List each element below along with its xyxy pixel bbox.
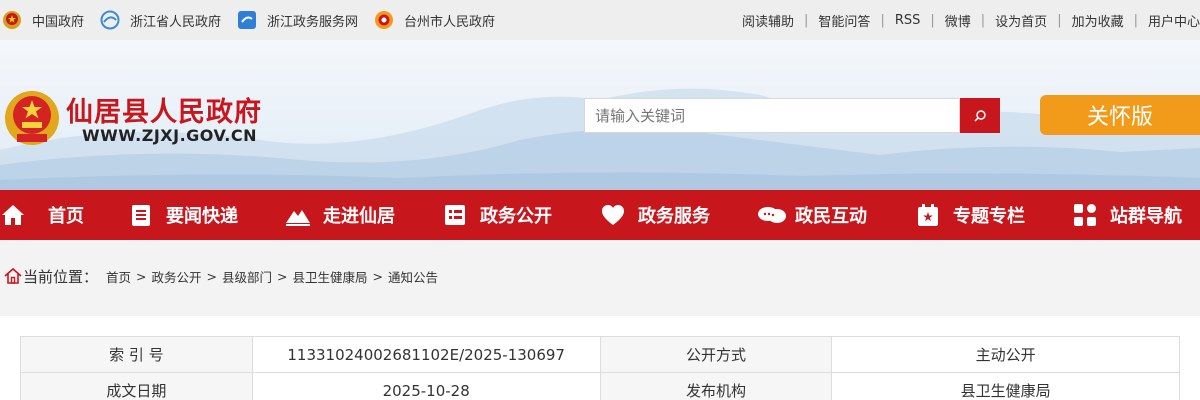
heart-icon (602, 205, 624, 225)
table-row: 成文日期 2025-10-28 发布机构 县卫生健康局 (20, 372, 1180, 400)
nav-item-topics[interactable]: 专题专栏 (915, 190, 1072, 240)
content-area: 索 引 号 11331024002681102E/2025-130697 公开方… (0, 316, 1200, 400)
link-china-gov[interactable]: 中国政府 (0, 10, 84, 30)
mountain-icon (286, 210, 310, 226)
breadcrumb-home[interactable]: 首页 (106, 267, 131, 286)
nav-label: 政务服务 (638, 206, 710, 227)
taizhou-gov-icon (375, 11, 394, 29)
grid-icon (1074, 204, 1096, 226)
nav-label: 走进仙居 (323, 206, 395, 227)
written-date-value: 2025-10-28 (251, 372, 601, 400)
rss-link[interactable]: RSS (895, 13, 921, 28)
smart-qa-link[interactable]: 智能问答 (818, 11, 870, 30)
home-icon (2, 205, 24, 225)
publisher-value: 县卫生健康局 (831, 372, 1180, 400)
written-date-label: 成文日期 (20, 372, 253, 400)
top-bar: 中国政府 浙江省人民政府 浙江政务服务网 台州市人民政府 阅读辅助 | 智能问答… (0, 0, 1200, 40)
index-number-label: 索 引 号 (20, 336, 253, 373)
disclosure-method-label: 公开方式 (599, 336, 833, 373)
table-row: 索 引 号 11331024002681102E/2025-130697 公开方… (20, 336, 1180, 373)
search-icon (974, 109, 986, 122)
link-label: 中国政府 (32, 14, 85, 30)
zhejiang-gov-icon (100, 10, 120, 30)
link-zhejiang-service[interactable]: 浙江政务服务网 (235, 10, 358, 30)
link-label: 浙江政务服务网 (267, 14, 359, 30)
site-header: 仙居县人民政府 WWW.ZJXJ.GOV.CN 关怀版 (0, 40, 1200, 190)
nav-label: 站群导航 (1110, 206, 1182, 227)
nav-item-gov-affairs[interactable]: 政务公开 (442, 190, 600, 240)
add-favorite-link[interactable]: 加为收藏 (1072, 11, 1124, 30)
zhejiang-service-icon (238, 11, 257, 29)
chat-icon (758, 207, 786, 223)
index-number-value: 11331024002681102E/2025-130697 (251, 336, 601, 373)
breadcrumb-label: 当前位置： (23, 267, 99, 286)
breadcrumb-departments[interactable]: 县级部门 (222, 267, 272, 286)
set-homepage-link[interactable]: 设为首页 (995, 11, 1047, 30)
breadcrumb-health-bureau[interactable]: 县卫生健康局 (293, 267, 368, 286)
nav-item-site-group[interactable]: 站群导航 (1072, 190, 1200, 240)
national-emblem-icon (3, 11, 21, 29)
nav-label: 要闻快递 (166, 206, 238, 227)
document-meta-table: 索 引 号 11331024002681102E/2025-130697 公开方… (20, 336, 1180, 400)
care-version-button[interactable]: 关怀版 (1040, 95, 1200, 135)
weibo-link[interactable]: 微博 (945, 11, 971, 30)
national-emblem-logo (5, 91, 59, 145)
link-taizhou-gov[interactable]: 台州市人民政府 (372, 10, 495, 30)
nav-label: 首页 (48, 206, 84, 227)
top-gov-links: 中国政府 浙江省人民政府 浙江政务服务网 台州市人民政府 (0, 0, 509, 40)
disclosure-method-value: 主动公开 (831, 336, 1180, 373)
nav-label: 政务公开 (480, 206, 552, 227)
link-label: 浙江省人民政府 (130, 14, 222, 30)
nav-label: 政民互动 (795, 206, 867, 227)
document-icon (445, 205, 465, 225)
search-input[interactable] (584, 98, 960, 133)
reading-assist-link[interactable]: 阅读辅助 (742, 11, 794, 30)
location-home-icon (4, 267, 22, 284)
publisher-label: 发布机构 (599, 372, 833, 400)
nav-item-about[interactable]: 走进仙居 (285, 190, 442, 240)
site-name: 仙居县人民政府 (66, 97, 262, 128)
link-zhejiang-gov[interactable]: 浙江省人民政府 (98, 10, 221, 30)
nav-item-home[interactable]: 首页 (0, 190, 125, 240)
search-button[interactable] (960, 98, 1000, 133)
news-icon (132, 205, 150, 226)
breadcrumb: 当前位置： 首页 > 政务公开 > 县级部门 > 县卫生健康局 > 通知公告 (0, 258, 438, 294)
link-label: 台州市人民政府 (404, 14, 496, 30)
site-domain: WWW.ZJXJ.GOV.CN (82, 126, 257, 145)
breadcrumb-notices[interactable]: 通知公告 (388, 267, 438, 286)
nav-item-news[interactable]: 要闻快递 (125, 190, 285, 240)
nav-label: 专题专栏 (953, 206, 1025, 227)
nav-item-interaction[interactable]: 政民互动 (757, 190, 915, 240)
breadcrumb-gov-affairs[interactable]: 政务公开 (152, 267, 202, 286)
nav-item-gov-service[interactable]: 政务服务 (600, 190, 757, 240)
user-center-link[interactable]: 用户中心 (1148, 11, 1200, 30)
utility-links: 阅读辅助 | 智能问答 | RSS | 微博 | 设为首页 | 加为收藏 | 用户中心 (742, 11, 1200, 30)
topic-icon (918, 204, 938, 226)
main-nav: 首页 要闻快递 走进仙居 政务公开 政务服务 政民互动 专题专栏 站群导航 (0, 190, 1200, 240)
